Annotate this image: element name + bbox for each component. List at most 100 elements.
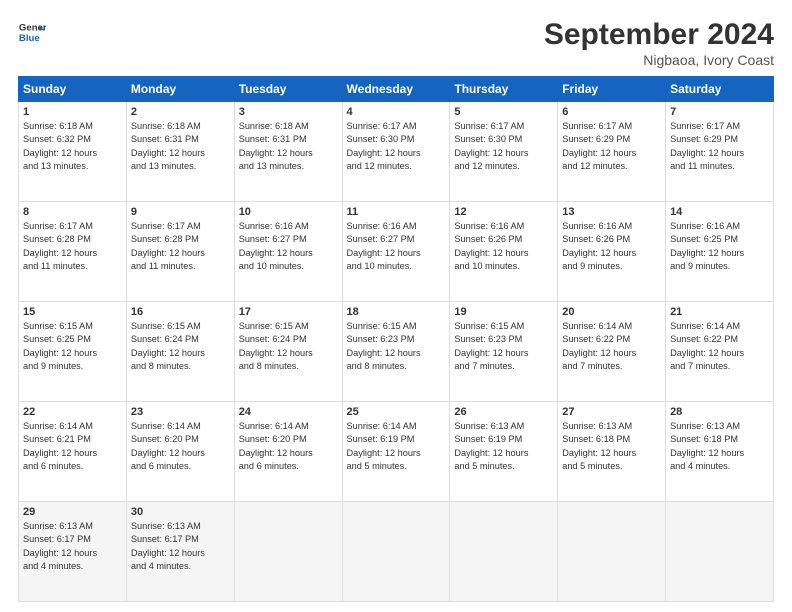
day-cell: 28 Sunrise: 6:13 AMSunset: 6:18 PMDayligh… xyxy=(666,402,774,502)
day-number: 8 xyxy=(23,206,122,218)
day-cell: 2 Sunrise: 6:18 AMSunset: 6:31 PMDaylight… xyxy=(126,102,234,202)
day-cell: 20 Sunrise: 6:14 AMSunset: 6:22 PMDayligh… xyxy=(558,302,666,402)
day-number: 7 xyxy=(670,106,769,118)
day-number: 24 xyxy=(239,406,338,418)
col-tuesday: Tuesday xyxy=(234,77,342,102)
col-saturday: Saturday xyxy=(666,77,774,102)
day-info: Sunrise: 6:18 AMSunset: 6:31 PMDaylight:… xyxy=(239,120,338,173)
day-number: 27 xyxy=(562,406,661,418)
day-cell xyxy=(666,502,774,602)
day-info: Sunrise: 6:17 AMSunset: 6:29 PMDaylight:… xyxy=(670,120,769,173)
day-number: 5 xyxy=(454,106,553,118)
day-cell: 27 Sunrise: 6:13 AMSunset: 6:18 PMDayligh… xyxy=(558,402,666,502)
day-cell: 19 Sunrise: 6:15 AMSunset: 6:23 PMDayligh… xyxy=(450,302,558,402)
day-cell: 6 Sunrise: 6:17 AMSunset: 6:29 PMDaylight… xyxy=(558,102,666,202)
day-number: 14 xyxy=(670,206,769,218)
day-number: 19 xyxy=(454,306,553,318)
day-info: Sunrise: 6:18 AMSunset: 6:32 PMDaylight:… xyxy=(23,120,122,173)
day-cell: 24 Sunrise: 6:14 AMSunset: 6:20 PMDayligh… xyxy=(234,402,342,502)
day-cell: 22Sunrise: 6:14 AMSunset: 6:21 PMDayligh… xyxy=(19,402,127,502)
day-number: 18 xyxy=(347,306,446,318)
page: General Blue September 2024 Nigbaoa, Ivo… xyxy=(0,0,792,612)
day-cell: 18Sunrise: 6:15 AMSunset: 6:23 PMDayligh… xyxy=(342,302,450,402)
day-cell: 16 Sunrise: 6:15 AMSunset: 6:24 PMDayligh… xyxy=(126,302,234,402)
day-info: Sunrise: 6:14 AMSunset: 6:22 PMDaylight:… xyxy=(562,320,661,373)
day-number: 13 xyxy=(562,206,661,218)
logo-icon: General Blue xyxy=(18,18,46,46)
week-row-2: 8 Sunrise: 6:17 AMSunset: 6:28 PMDaylight… xyxy=(19,202,774,302)
month-title: September 2024 xyxy=(544,18,774,52)
day-cell: 26Sunrise: 6:13 AMSunset: 6:19 PMDayligh… xyxy=(450,402,558,502)
day-cell: 9 Sunrise: 6:17 AMSunset: 6:28 PMDaylight… xyxy=(126,202,234,302)
day-number: 26 xyxy=(454,406,553,418)
location: Nigbaoa, Ivory Coast xyxy=(544,52,774,68)
day-info: Sunrise: 6:14 AMSunset: 6:22 PMDaylight:… xyxy=(670,320,769,373)
day-cell: 14 Sunrise: 6:16 AMSunset: 6:25 PMDayligh… xyxy=(666,202,774,302)
day-number: 3 xyxy=(239,106,338,118)
day-cell xyxy=(234,502,342,602)
day-number: 4 xyxy=(347,106,446,118)
day-info: Sunrise: 6:16 AMSunset: 6:25 PMDaylight:… xyxy=(670,220,769,273)
day-number: 17 xyxy=(239,306,338,318)
day-cell: 4 Sunrise: 6:17 AMSunset: 6:30 PMDaylight… xyxy=(342,102,450,202)
day-number: 16 xyxy=(131,306,230,318)
day-info: Sunrise: 6:16 AMSunset: 6:27 PMDaylight:… xyxy=(347,220,446,273)
logo: General Blue xyxy=(18,18,46,46)
day-info: Sunrise: 6:15 AMSunset: 6:25 PMDaylight:… xyxy=(23,320,122,373)
day-info: Sunrise: 6:16 AMSunset: 6:27 PMDaylight:… xyxy=(239,220,338,273)
day-cell xyxy=(558,502,666,602)
day-cell: 29Sunrise: 6:13 AMSunset: 6:17 PMDayligh… xyxy=(19,502,127,602)
day-info: Sunrise: 6:17 AMSunset: 6:28 PMDaylight:… xyxy=(23,220,122,273)
day-cell: 23 Sunrise: 6:14 AMSunset: 6:20 PMDayligh… xyxy=(126,402,234,502)
day-cell: 8 Sunrise: 6:17 AMSunset: 6:28 PMDaylight… xyxy=(19,202,127,302)
header: General Blue September 2024 Nigbaoa, Ivo… xyxy=(18,18,774,68)
day-cell: 11 Sunrise: 6:16 AMSunset: 6:27 PMDayligh… xyxy=(342,202,450,302)
day-info: Sunrise: 6:15 AMSunset: 6:23 PMDaylight:… xyxy=(454,320,553,373)
day-number: 2 xyxy=(131,106,230,118)
day-info: Sunrise: 6:13 AMSunset: 6:17 PMDaylight:… xyxy=(23,520,122,573)
title-block: September 2024 Nigbaoa, Ivory Coast xyxy=(544,18,774,68)
day-number: 22 xyxy=(23,406,122,418)
day-info: Sunrise: 6:17 AMSunset: 6:30 PMDaylight:… xyxy=(454,120,553,173)
svg-text:General: General xyxy=(19,22,46,33)
day-info: Sunrise: 6:13 AMSunset: 6:18 PMDaylight:… xyxy=(562,420,661,473)
day-cell: 12 Sunrise: 6:16 AMSunset: 6:26 PMDayligh… xyxy=(450,202,558,302)
day-cell: 17Sunrise: 6:15 AMSunset: 6:24 PMDayligh… xyxy=(234,302,342,402)
day-number: 1 xyxy=(23,106,122,118)
day-cell: 21Sunrise: 6:14 AMSunset: 6:22 PMDayligh… xyxy=(666,302,774,402)
day-cell xyxy=(342,502,450,602)
day-number: 11 xyxy=(347,206,446,218)
day-number: 6 xyxy=(562,106,661,118)
day-cell: 15Sunrise: 6:15 AMSunset: 6:25 PMDayligh… xyxy=(19,302,127,402)
day-info: Sunrise: 6:15 AMSunset: 6:24 PMDaylight:… xyxy=(131,320,230,373)
day-cell: 3 Sunrise: 6:18 AMSunset: 6:31 PMDaylight… xyxy=(234,102,342,202)
day-info: Sunrise: 6:16 AMSunset: 6:26 PMDaylight:… xyxy=(454,220,553,273)
svg-text:Blue: Blue xyxy=(19,33,40,44)
day-info: Sunrise: 6:17 AMSunset: 6:28 PMDaylight:… xyxy=(131,220,230,273)
day-number: 25 xyxy=(347,406,446,418)
col-wednesday: Wednesday xyxy=(342,77,450,102)
day-number: 10 xyxy=(239,206,338,218)
day-info: Sunrise: 6:17 AMSunset: 6:29 PMDaylight:… xyxy=(562,120,661,173)
day-info: Sunrise: 6:14 AMSunset: 6:20 PMDaylight:… xyxy=(131,420,230,473)
day-info: Sunrise: 6:14 AMSunset: 6:19 PMDaylight:… xyxy=(347,420,446,473)
day-info: Sunrise: 6:17 AMSunset: 6:30 PMDaylight:… xyxy=(347,120,446,173)
day-cell: 13 Sunrise: 6:16 AMSunset: 6:26 PMDayligh… xyxy=(558,202,666,302)
day-cell: 10 Sunrise: 6:16 AMSunset: 6:27 PMDayligh… xyxy=(234,202,342,302)
day-number: 12 xyxy=(454,206,553,218)
calendar-table: Sunday Monday Tuesday Wednesday Thursday… xyxy=(18,76,774,602)
week-row-4: 22Sunrise: 6:14 AMSunset: 6:21 PMDayligh… xyxy=(19,402,774,502)
header-row: Sunday Monday Tuesday Wednesday Thursday… xyxy=(19,77,774,102)
col-monday: Monday xyxy=(126,77,234,102)
day-info: Sunrise: 6:16 AMSunset: 6:26 PMDaylight:… xyxy=(562,220,661,273)
day-number: 23 xyxy=(131,406,230,418)
col-sunday: Sunday xyxy=(19,77,127,102)
day-info: Sunrise: 6:13 AMSunset: 6:18 PMDaylight:… xyxy=(670,420,769,473)
day-number: 9 xyxy=(131,206,230,218)
week-row-1: 1 Sunrise: 6:18 AMSunset: 6:32 PMDaylight… xyxy=(19,102,774,202)
day-info: Sunrise: 6:18 AMSunset: 6:31 PMDaylight:… xyxy=(131,120,230,173)
day-info: Sunrise: 6:14 AMSunset: 6:20 PMDaylight:… xyxy=(239,420,338,473)
day-number: 20 xyxy=(562,306,661,318)
day-number: 28 xyxy=(670,406,769,418)
day-cell: 25 Sunrise: 6:14 AMSunset: 6:19 PMDayligh… xyxy=(342,402,450,502)
